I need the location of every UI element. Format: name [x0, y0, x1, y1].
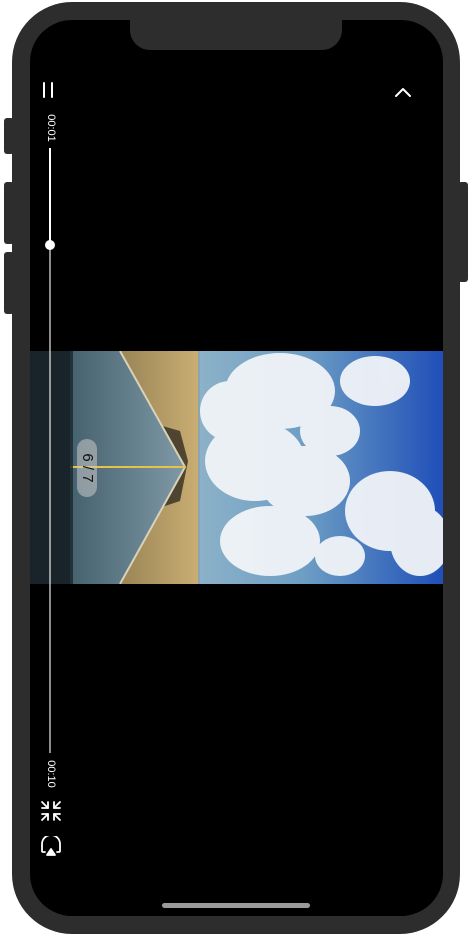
volume-down-button [4, 252, 14, 314]
volume-up-button [4, 182, 14, 244]
notch [130, 20, 342, 50]
power-button [458, 182, 468, 282]
airplay-icon[interactable] [40, 834, 62, 858]
menu-icon[interactable] [40, 82, 62, 98]
home-indicator[interactable] [162, 903, 310, 908]
slide-counter: 6 / 7 [79, 453, 96, 483]
collapse-icon[interactable] [40, 800, 62, 822]
chevron-up-icon[interactable] [392, 84, 414, 100]
progress-played [49, 148, 51, 245]
progress-thumb[interactable] [45, 240, 55, 250]
mute-switch [4, 118, 14, 154]
current-time: 00:01 [45, 114, 57, 142]
total-time: 00:10 [45, 760, 57, 788]
